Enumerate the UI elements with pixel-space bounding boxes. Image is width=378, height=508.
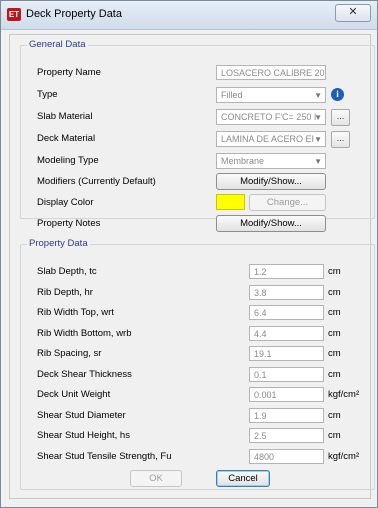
cancel-button[interactable]: Cancel bbox=[216, 470, 270, 487]
property-row-label: Shear Stud Height, hs bbox=[37, 430, 130, 441]
property-row-value-field[interactable]: 19.1 bbox=[249, 346, 324, 361]
display-color-label: Display Color bbox=[37, 197, 94, 208]
property-row-label: Rib Depth, hr bbox=[37, 286, 93, 298]
property-row-unit: kgf/cm² bbox=[328, 389, 360, 400]
modeling-type-value: Membrane bbox=[221, 156, 265, 166]
chevron-down-icon: ▼ bbox=[314, 135, 322, 144]
modifiers-modify-button[interactable]: Modify/Show... bbox=[216, 173, 326, 190]
property-name-field[interactable]: LOSACERO CALIBRE 20... bbox=[216, 65, 326, 80]
chevron-down-icon: ▼ bbox=[314, 157, 322, 166]
deck-material-value: LAMINA DE ACERO EI bbox=[221, 134, 315, 144]
property-row-unit: cm bbox=[328, 430, 341, 441]
slab-material-label: Slab Material bbox=[37, 111, 93, 122]
info-icon[interactable]: i bbox=[331, 88, 344, 101]
general-data-title: General Data bbox=[27, 39, 88, 50]
property-row-label: Slab Depth, tc bbox=[37, 266, 97, 277]
type-label: Type bbox=[37, 89, 58, 100]
dialog-window: ET Deck Property Data ✕ General Data Pro… bbox=[0, 0, 378, 508]
property-notes-modify-button[interactable]: Modify/Show... bbox=[216, 215, 326, 232]
etabs-app-icon: ET bbox=[7, 8, 21, 21]
ok-button[interactable]: OK bbox=[130, 470, 182, 487]
property-row-unit: cm bbox=[328, 348, 341, 359]
slab-material-select[interactable]: CONCRETO F'C= 250 I ▼ bbox=[216, 109, 326, 125]
dialog-client: General Data Property Name LOSACERO CALI… bbox=[9, 34, 375, 499]
deck-material-select[interactable]: LAMINA DE ACERO EI ▼ bbox=[216, 131, 326, 147]
property-row-unit: cm bbox=[328, 368, 341, 380]
property-row-label: Rib Width Bottom, wrb bbox=[37, 327, 132, 339]
property-row-unit: cm bbox=[328, 327, 341, 339]
property-row-label: Deck Shear Thickness bbox=[37, 368, 132, 380]
property-row-value-field[interactable]: 4.4 bbox=[249, 325, 324, 341]
chevron-down-icon: ▼ bbox=[314, 91, 322, 100]
property-row-label: Shear Stud Diameter bbox=[37, 409, 126, 421]
chevron-down-icon: ▼ bbox=[314, 113, 322, 122]
property-row-value-field[interactable]: 1.9 bbox=[249, 407, 324, 423]
display-color-swatch[interactable] bbox=[216, 194, 245, 210]
deck-material-browse-button[interactable]: ... bbox=[331, 131, 350, 148]
property-data-title: Property Data bbox=[27, 238, 90, 249]
property-row-unit: cm bbox=[328, 286, 341, 298]
property-name-label: Property Name bbox=[37, 67, 101, 78]
property-row-label: Rib Spacing, sr bbox=[37, 348, 102, 359]
property-row-unit: cm bbox=[328, 307, 341, 318]
modeling-type-select[interactable]: Membrane ▼ bbox=[216, 153, 326, 169]
slab-material-value: CONCRETO F'C= 250 I bbox=[221, 112, 317, 122]
title-bar[interactable]: ET Deck Property Data ✕ bbox=[1, 1, 377, 30]
close-button[interactable]: ✕ bbox=[335, 4, 371, 22]
property-row-value-field[interactable]: 0.1 bbox=[249, 366, 324, 382]
property-row-label: Deck Unit Weight bbox=[37, 389, 111, 400]
type-select[interactable]: Filled ▼ bbox=[216, 87, 326, 103]
property-row-value-field[interactable]: 3.8 bbox=[249, 284, 324, 300]
property-notes-label: Property Notes bbox=[37, 218, 101, 229]
property-row-label: Shear Stud Tensile Strength, Fu bbox=[37, 450, 172, 462]
property-row-value-field[interactable]: 2.5 bbox=[249, 428, 324, 443]
property-row-unit: cm bbox=[328, 266, 341, 277]
modeling-type-label: Modeling Type bbox=[37, 155, 99, 166]
property-row-value-field[interactable]: 1.2 bbox=[249, 264, 324, 279]
property-row-value-field[interactable]: 6.4 bbox=[249, 305, 324, 320]
property-row-value-field[interactable]: 0.001 bbox=[249, 387, 324, 402]
deck-material-label: Deck Material bbox=[37, 133, 96, 144]
property-row-unit: cm bbox=[328, 409, 341, 421]
type-value: Filled bbox=[221, 90, 243, 100]
slab-material-browse-button[interactable]: ... bbox=[331, 109, 350, 126]
property-row-label: Rib Width Top, wrt bbox=[37, 307, 114, 318]
change-color-button[interactable]: Change... bbox=[249, 194, 326, 211]
modifiers-label: Modifiers (Currently Default) bbox=[37, 176, 156, 187]
dialog-title: Deck Property Data bbox=[26, 8, 122, 20]
property-row-unit: kgf/cm² bbox=[328, 450, 360, 462]
property-row-value-field[interactable]: 4800 bbox=[249, 448, 324, 464]
